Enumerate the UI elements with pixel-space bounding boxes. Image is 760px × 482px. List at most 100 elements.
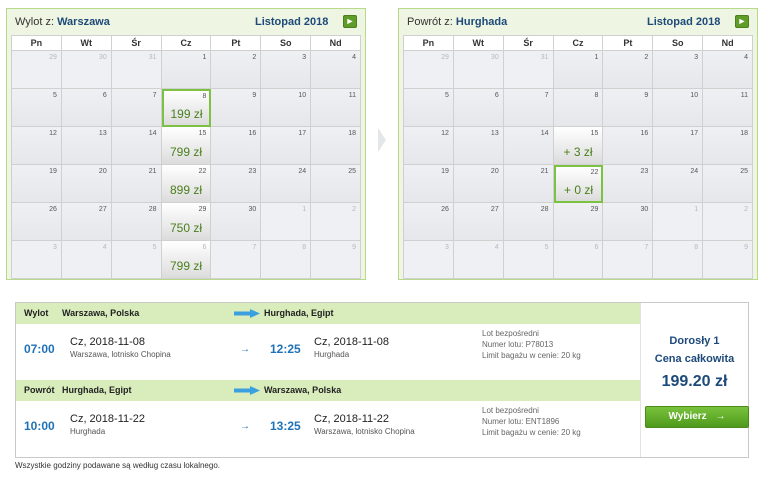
day-number: 9 xyxy=(744,244,749,251)
calendar-day-with-price[interactable]: 15 799 zł xyxy=(161,127,212,165)
calendar-day: 9 xyxy=(603,89,654,127)
calendar-day: 25 xyxy=(703,165,754,203)
calendar-day: 12 xyxy=(404,127,454,165)
calendar-day-with-price[interactable]: 29 750 zł xyxy=(161,203,212,241)
weekday-label: Nd xyxy=(703,36,754,51)
calendar-day: 6 xyxy=(453,89,504,127)
arrow-right-icon: → xyxy=(240,421,250,432)
calendar-day: 30 xyxy=(603,203,654,241)
day-number: 28 xyxy=(148,206,157,213)
day-number: 15 xyxy=(590,130,599,137)
weekday-label: Nd xyxy=(311,36,362,51)
calendar-day-with-price[interactable]: 8 199 zł xyxy=(161,89,212,127)
calendar-day: 21 xyxy=(503,165,554,203)
calendar-day: 1 xyxy=(653,203,704,241)
calendar-label: Wylot z: xyxy=(15,16,55,28)
day-number: 10 xyxy=(690,92,699,99)
total-price: 199.20 zł xyxy=(661,373,728,390)
day-number: 5 xyxy=(52,92,57,99)
calendar-week: 19 20 21 22 899 zł 23 24 25 xyxy=(12,165,362,203)
next-month-arrow-right-icon[interactable]: ► xyxy=(735,15,749,28)
calendar-day: 25 xyxy=(311,165,362,203)
calendar-week: 26 27 28 29 750 zł 30 1 2 xyxy=(12,203,362,241)
calendar-day: 8 xyxy=(261,241,312,279)
calendar-day: 2 xyxy=(311,203,362,241)
calendar-day: 3 xyxy=(404,241,454,279)
calendar-day: 24 xyxy=(653,165,704,203)
day-number: 9 xyxy=(352,244,357,251)
calendar-city: Hurghada xyxy=(455,16,508,28)
calendar-day: 4 xyxy=(453,241,504,279)
day-number: 3 xyxy=(302,54,307,61)
calendar-day: 1 xyxy=(261,203,312,241)
day-number: 5 xyxy=(544,244,549,251)
calendar-day: 18 xyxy=(311,127,362,165)
day-number: 29 xyxy=(198,206,207,213)
baggage-limit: Limit bagażu w cenie: 20 kg xyxy=(482,351,581,360)
calendar-day: 5 xyxy=(12,89,62,127)
day-number: 18 xyxy=(740,130,749,137)
day-number: 15 xyxy=(198,130,207,137)
select-button[interactable]: Wybierz → xyxy=(645,406,749,428)
departure-time: 10:00 xyxy=(24,419,55,433)
calendar-day: 24 xyxy=(261,165,312,203)
day-price: 750 zł xyxy=(169,221,203,235)
day-number: 25 xyxy=(348,168,357,175)
calendar-day: 31 xyxy=(111,51,162,89)
return-segment-row: 10:00 Cz, 2018-11-22 Hurghada → 13:25 Cz… xyxy=(16,401,640,453)
calendar-day: 11 xyxy=(703,89,754,127)
day-number: 1 xyxy=(694,206,699,213)
calendar-day-with-price[interactable]: 15 + 3 zł xyxy=(553,127,604,165)
day-number: 3 xyxy=(694,54,699,61)
calendar-day: 3 xyxy=(12,241,62,279)
weekday-row: Pn Wt Śr Cz Pt So Nd xyxy=(404,36,754,51)
day-price: + 0 zł xyxy=(564,183,594,197)
calendar-day: 13 xyxy=(453,127,504,165)
segment-kind: Wylot xyxy=(24,308,49,318)
calendar-city: Warszawa xyxy=(57,16,110,28)
calendar-day: 31 xyxy=(503,51,554,89)
calendar-week: 5 6 7 8 199 zł 9 10 11 xyxy=(12,89,362,127)
calendar-day-with-price[interactable]: 22 899 zł xyxy=(161,165,212,203)
day-number: 17 xyxy=(298,130,307,137)
calendar-day: 7 xyxy=(503,89,554,127)
calendar-day: 5 xyxy=(111,241,162,279)
weekday-label: So xyxy=(653,36,704,51)
day-number: 29 xyxy=(590,206,599,213)
calendar-day: 30 xyxy=(61,51,112,89)
calendar-week: 26 27 28 29 30 1 2 xyxy=(404,203,754,241)
next-month-arrow-right-icon[interactable]: ► xyxy=(343,15,357,28)
day-number: 4 xyxy=(102,244,107,251)
calendar-day-with-price[interactable]: 6 799 zł xyxy=(161,241,212,279)
departure-time: 07:00 xyxy=(24,342,55,356)
day-price: 199 zł xyxy=(170,107,203,121)
flight-info: Lot bezpośredni Numer lotu: ENT1896 Limi… xyxy=(482,405,581,438)
weekday-label: Cz xyxy=(161,36,212,51)
day-number: 12 xyxy=(49,130,57,137)
calendar-day: 16 xyxy=(211,127,262,165)
day-number: 4 xyxy=(494,244,499,251)
day-number: 23 xyxy=(248,168,257,175)
day-number: 6 xyxy=(494,92,499,99)
arrival-time: 13:25 xyxy=(270,419,301,433)
day-number: 9 xyxy=(644,92,649,99)
flight-number: Numer lotu: ENT1896 xyxy=(482,417,560,426)
weekday-row: Pn Wt Śr Cz Pt So Nd xyxy=(12,36,362,51)
day-number: 27 xyxy=(490,206,499,213)
day-number: 27 xyxy=(98,206,107,213)
arrival-date: Cz, 2018-11-22 xyxy=(314,413,390,425)
chevron-right-icon xyxy=(378,128,386,152)
day-number: 12 xyxy=(441,130,449,137)
departure-place: Warszawa, lotnisko Chopina xyxy=(70,350,171,359)
day-number: 1 xyxy=(594,54,599,61)
calendar-day: 2 xyxy=(703,203,754,241)
flight-type: Lot bezpośredni xyxy=(482,406,539,415)
calendar-day-with-price[interactable]: 22 + 0 zł xyxy=(553,165,604,203)
day-number: 30 xyxy=(248,206,257,213)
day-number: 24 xyxy=(690,168,699,175)
calendar-day: 8 xyxy=(653,241,704,279)
calendar-grid: Pn Wt Śr Cz Pt So Nd 29 30 31 1 2 3 4 5 6 7 8 199 zł 9 10 11 1… xyxy=(11,35,362,279)
calendar-day: 11 xyxy=(311,89,362,127)
calendar-day: 21 xyxy=(111,165,162,203)
day-number: 17 xyxy=(690,130,699,137)
